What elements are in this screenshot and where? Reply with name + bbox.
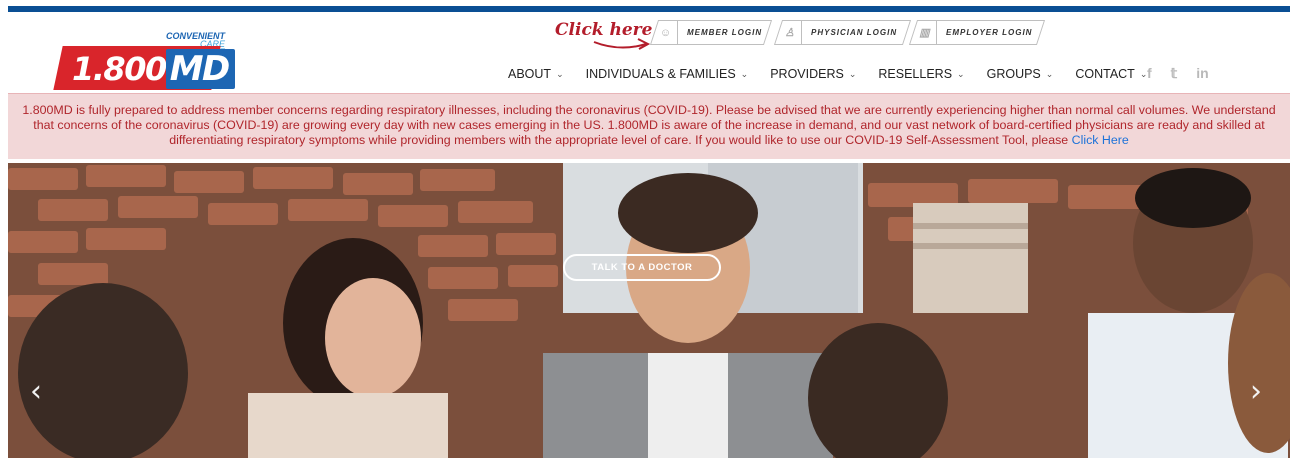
physician-icon: ♙: [779, 21, 802, 44]
brand-logo[interactable]: 1.800 MD: [53, 46, 235, 92]
twitter-icon[interactable]: 𝕥: [1171, 65, 1178, 82]
chevron-down-icon: ⌄: [848, 68, 857, 79]
member-login-label: MEMBER LOGIN: [687, 28, 763, 37]
talk-to-doctor-button[interactable]: TALK TO A DOCTOR: [563, 254, 721, 281]
chevron-down-icon: ⌄: [740, 68, 749, 79]
chevron-down-icon: ⌄: [1045, 68, 1054, 79]
physician-login-button[interactable]: ♙ PHYSICIAN LOGIN: [773, 20, 912, 45]
self-assessment-link[interactable]: Click Here: [1072, 133, 1129, 147]
nav-label: PROVIDERS: [770, 67, 844, 81]
main-nav: ABOUT ⌄ INDIVIDUALS & FAMILIES ⌄ PROVIDERS…: [508, 67, 1169, 81]
nav-item-contact[interactable]: CONTACT ⌄: [1075, 67, 1147, 81]
nav-label: RESELLERS: [878, 67, 953, 81]
covid-alert-banner: 1.800MD is fully prepared to address mem…: [8, 93, 1290, 159]
nav-item-about[interactable]: ABOUT ⌄: [508, 67, 564, 81]
hero-image: [8, 163, 1290, 458]
nav-label: CONTACT: [1075, 67, 1135, 81]
logo-wordmark: 1.800 MD: [72, 49, 235, 89]
linkedin-icon[interactable]: in: [1196, 65, 1208, 82]
annotation-arrow-icon: [593, 38, 651, 50]
facebook-icon[interactable]: f: [1147, 65, 1152, 82]
chevron-right-icon[interactable]: ›: [1250, 374, 1262, 409]
chevron-left-icon[interactable]: ‹: [30, 374, 42, 409]
nav-label: GROUPS: [986, 67, 1041, 81]
nav-label: INDIVIDUALS & FAMILIES: [585, 67, 736, 81]
physician-login-label: PHYSICIAN LOGIN: [811, 28, 898, 37]
logo-md: MD: [165, 49, 235, 89]
chevron-down-icon: ⌄: [957, 68, 965, 79]
nav-item-groups[interactable]: GROUPS ⌄: [987, 67, 1054, 81]
employer-login-label: EMPLOYER LOGIN: [946, 28, 1033, 37]
employer-login-button[interactable]: ▥ EMPLOYER LOGIN: [908, 20, 1046, 45]
nav-label: ABOUT: [508, 67, 552, 81]
nav-item-resellers[interactable]: RESELLERS ⌄: [878, 67, 964, 81]
social-links: f 𝕥 in: [1147, 65, 1228, 82]
logo-number: 1.800: [72, 50, 167, 88]
member-login-button[interactable]: ☺ MEMBER LOGIN: [649, 20, 773, 45]
hero-photo-illustration: [8, 163, 1290, 458]
member-icon: ☺: [655, 21, 678, 44]
nav-item-individuals-families[interactable]: INDIVIDUALS & FAMILIES ⌄: [586, 67, 749, 81]
building-icon: ▥: [914, 21, 937, 44]
chevron-down-icon: ⌄: [556, 68, 564, 79]
nav-item-providers[interactable]: PROVIDERS ⌄: [770, 67, 856, 81]
